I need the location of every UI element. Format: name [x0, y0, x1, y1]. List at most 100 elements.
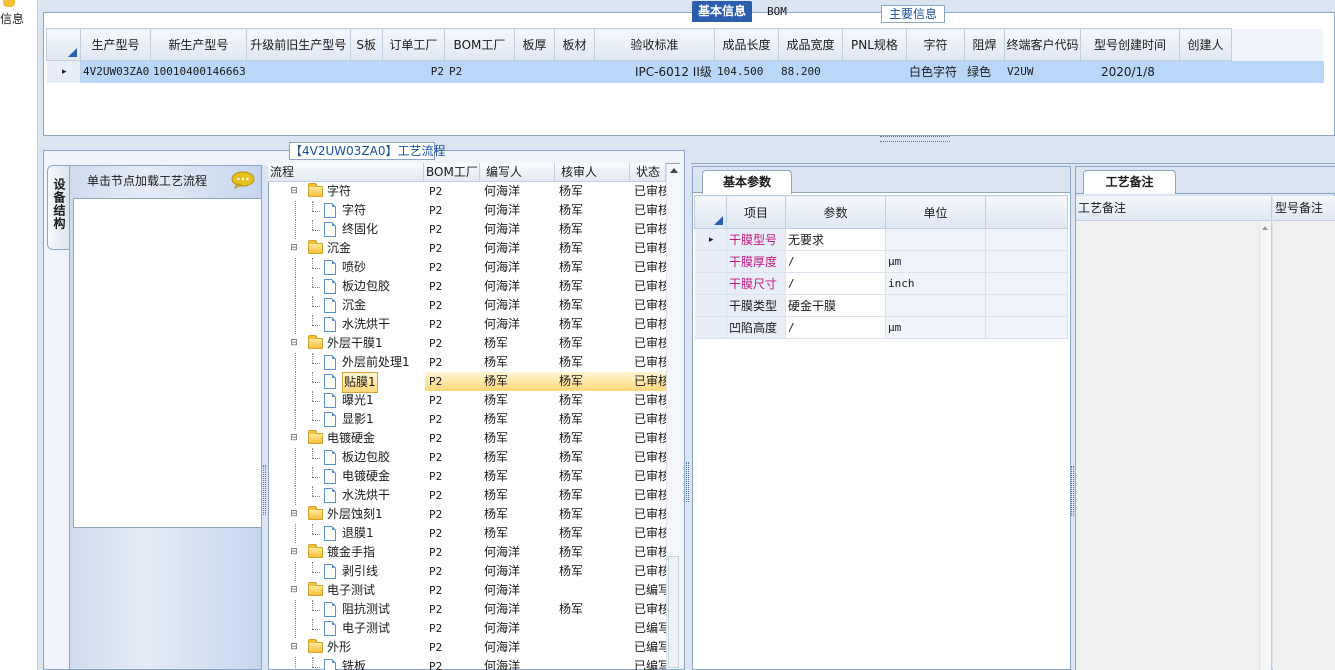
collapse-icon[interactable]: ⊟: [290, 548, 298, 557]
cell-bom-factory[interactable]: P2: [425, 638, 480, 657]
cell-bom-factory[interactable]: P2: [425, 220, 480, 239]
col-header[interactable]: PNL规格: [841, 28, 907, 61]
col-header-flow[interactable]: 流程: [268, 163, 424, 182]
tree-node[interactable]: 沉金: [268, 296, 424, 315]
cell-status[interactable]: 已审核: [630, 600, 666, 619]
col-header[interactable]: 字符: [905, 28, 965, 61]
cell-bom-factory[interactable]: P2: [425, 448, 480, 467]
cell-bom-factory[interactable]: P2: [425, 296, 480, 315]
row-indicator[interactable]: [694, 316, 727, 339]
cell-writer[interactable]: 何海洋: [480, 657, 555, 670]
cell-bom-factory[interactable]: P2: [425, 581, 480, 600]
cell-unit[interactable]: μm: [885, 250, 986, 273]
cell-reviewer[interactable]: 杨军: [555, 201, 630, 220]
tree-row[interactable]: 终固化 P2 何海洋 杨军 已审核: [268, 220, 666, 239]
cell-reviewer[interactable]: 杨军: [555, 505, 630, 524]
tree-node[interactable]: 电镀硬金: [268, 467, 424, 486]
table-row[interactable]: 干膜类型 硬金干膜: [694, 294, 1068, 317]
row-indicator[interactable]: ▸: [694, 228, 727, 251]
cell-status[interactable]: 已审核: [630, 543, 666, 562]
vertical-splitter[interactable]: [685, 142, 691, 670]
tree-row[interactable]: 沉金 P2 何海洋 杨军 已审核: [268, 296, 666, 315]
cell-bom-factory[interactable]: P2: [425, 505, 480, 524]
cell-writer[interactable]: 何海洋: [480, 562, 555, 581]
table-cell[interactable]: P2: [444, 60, 515, 83]
cell-status[interactable]: 已审核: [630, 524, 666, 543]
tree-row[interactable]: ⊟ 外层蚀刻1 P2 杨军 杨军 已审核: [268, 505, 666, 524]
table-row[interactable]: 干膜厚度 / μm: [694, 250, 1068, 273]
tree-row[interactable]: 外层前处理1 P2 杨军 杨军 已审核: [268, 353, 666, 372]
table-row[interactable]: ▸ 4V2UW03ZA0 10010400146663 P2 P2 IPC-60…: [46, 60, 1324, 83]
cell-writer[interactable]: 杨军: [480, 467, 555, 486]
tree-node[interactable]: ⊟ 电镀硬金: [268, 429, 424, 448]
tree-node[interactable]: 贴膜1: [268, 372, 424, 393]
table-cell[interactable]: V2UW: [1004, 60, 1081, 83]
cell-status[interactable]: 已审核: [630, 467, 666, 486]
tree-row[interactable]: ⊟ 电子测试 P2 何海洋 已编写: [268, 581, 666, 600]
tree-node[interactable]: 喷砂: [268, 258, 424, 277]
cell-writer[interactable]: 杨军: [480, 334, 555, 353]
cell-bom-factory[interactable]: P2: [425, 391, 480, 410]
cell-param[interactable]: /: [785, 316, 886, 339]
tree-node[interactable]: 阻抗测试: [268, 600, 424, 619]
col-header-model-note[interactable]: 型号备注: [1273, 196, 1335, 221]
col-header[interactable]: 板厚: [513, 28, 555, 61]
cell-reviewer[interactable]: 杨军: [555, 391, 630, 410]
tree-row[interactable]: 剥引线 P2 何海洋 杨军 已审核: [268, 562, 666, 581]
table-cell[interactable]: [350, 60, 383, 83]
cell-status[interactable]: 已审核: [630, 334, 666, 353]
col-header[interactable]: 成品长度: [713, 28, 779, 61]
tree-node[interactable]: 字符: [268, 201, 424, 220]
cell-bom-factory[interactable]: P2: [425, 562, 480, 581]
cell-reviewer[interactable]: 杨军: [555, 334, 630, 353]
row-indicator[interactable]: ▸: [46, 60, 81, 83]
table-cell[interactable]: 白色字符: [906, 60, 965, 83]
cell-status[interactable]: 已审核: [630, 372, 666, 391]
cell-unit[interactable]: [885, 228, 986, 251]
cell-item[interactable]: 干膜类型: [726, 294, 786, 317]
col-header-item[interactable]: 项目: [726, 195, 786, 229]
cell-item[interactable]: 干膜厚度: [726, 250, 786, 273]
tree-node[interactable]: 水洗烘干: [268, 315, 424, 334]
tree-row[interactable]: ⊟ 外形 P2 何海洋 已编写: [268, 638, 666, 657]
cell-param[interactable]: /: [785, 250, 886, 273]
tree-node[interactable]: 退膜1: [268, 524, 424, 543]
tree-row[interactable]: 阻抗测试 P2 何海洋 杨军 已审核: [268, 600, 666, 619]
cell-reviewer[interactable]: 杨军: [555, 467, 630, 486]
tree-scrollbar[interactable]: [666, 164, 680, 669]
scroll-up-icon[interactable]: [1262, 226, 1268, 230]
cell-unit[interactable]: inch: [885, 272, 986, 295]
tree-node[interactable]: ⊟ 外层干膜1: [268, 334, 424, 353]
cell-bom-factory[interactable]: P2: [425, 410, 480, 429]
collapse-icon[interactable]: ⊟: [290, 643, 298, 652]
collapse-icon[interactable]: ⊟: [290, 187, 298, 196]
tree-node[interactable]: 铣板: [268, 657, 424, 670]
cell-status[interactable]: 已审核: [630, 182, 666, 201]
cell-status[interactable]: 已审核: [630, 486, 666, 505]
table-cell[interactable]: 88.200: [778, 60, 843, 83]
col-header[interactable]: 生产型号: [80, 28, 151, 61]
col-header[interactable]: 终端客户代码: [1003, 28, 1081, 61]
collapse-icon[interactable]: ⊟: [290, 244, 298, 253]
tree-node[interactable]: 水洗烘干: [268, 486, 424, 505]
tree-node[interactable]: ⊟ 镀金手指: [268, 543, 424, 562]
collapse-icon[interactable]: ⊟: [290, 586, 298, 595]
col-header-process-note[interactable]: 工艺备注: [1076, 196, 1271, 221]
cell-reviewer[interactable]: 杨军: [555, 296, 630, 315]
cell-status[interactable]: 已审核: [630, 239, 666, 258]
process-note-grid[interactable]: 工艺备注: [1076, 196, 1272, 670]
tree-row[interactable]: 字符 P2 何海洋 杨军 已审核: [268, 201, 666, 220]
cell-reviewer[interactable]: 杨军: [555, 353, 630, 372]
cell-status[interactable]: 已审核: [630, 277, 666, 296]
cell-reviewer[interactable]: 杨军: [555, 220, 630, 239]
tree-row[interactable]: 电子测试 P2 何海洋 已编写: [268, 619, 666, 638]
tree-row[interactable]: ⊟ 电镀硬金 P2 杨军 杨军 已审核: [268, 429, 666, 448]
cell-writer[interactable]: 何海洋: [480, 220, 555, 239]
collapse-icon[interactable]: ⊟: [290, 339, 298, 348]
cell-reviewer[interactable]: 杨军: [555, 410, 630, 429]
cell-bom-factory[interactable]: P2: [425, 657, 480, 670]
cell-status[interactable]: 已审核: [630, 505, 666, 524]
tree-row[interactable]: 贴膜1 P2 杨军 杨军 已审核: [268, 372, 666, 393]
tree-node[interactable]: ⊟ 外形: [268, 638, 424, 657]
cell-reviewer[interactable]: 杨军: [555, 448, 630, 467]
